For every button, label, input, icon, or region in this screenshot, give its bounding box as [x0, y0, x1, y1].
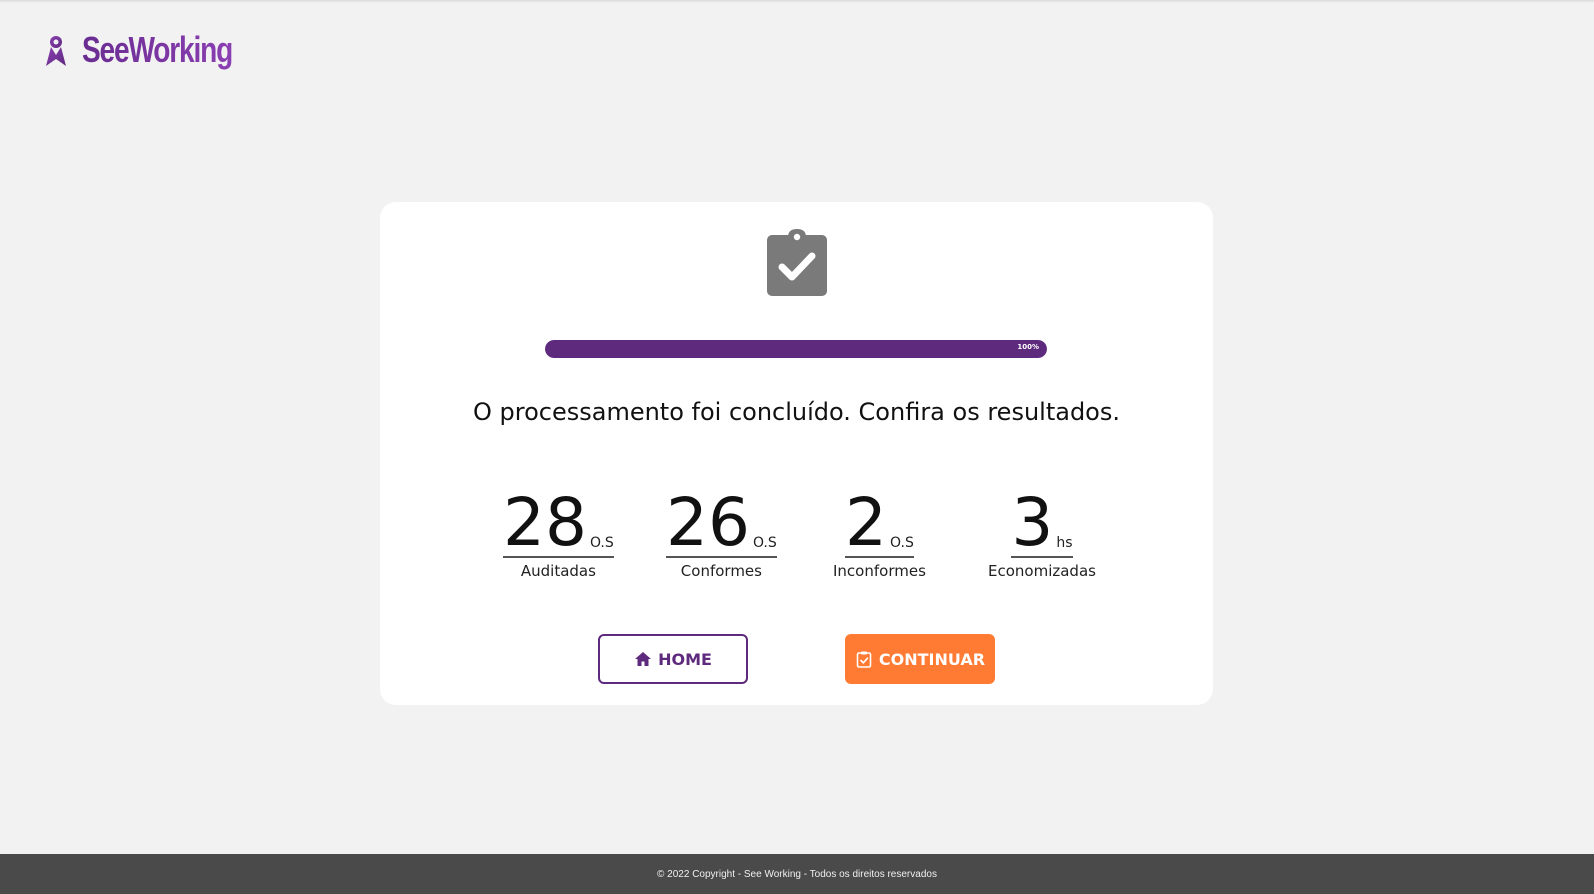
home-button-label: HOME — [658, 649, 712, 669]
completion-message: O processamento foi concluído. Confira o… — [473, 398, 1120, 426]
progress-bar: 100% — [545, 340, 1047, 358]
stat-economizadas: 3 hs Economizadas — [988, 484, 1096, 581]
progress-label: 100% — [1017, 343, 1039, 351]
header: SeeWorking — [42, 28, 274, 72]
clipboard-check-icon — [767, 229, 827, 296]
copyright-text: © 2022 Copyright - See Working - Todos o… — [657, 868, 937, 880]
stat-value: 28 — [503, 484, 587, 561]
stat-unit: hs — [1056, 535, 1073, 551]
stat-label: Conformes — [680, 562, 762, 580]
result-card: 100% O processamento foi concluído. Conf… — [380, 202, 1213, 705]
home-button[interactable]: HOME — [598, 634, 748, 684]
footer: © 2022 Copyright - See Working - Todos o… — [0, 854, 1594, 894]
stat-label: Economizadas — [988, 562, 1096, 580]
stat-auditadas: 28 O.S Auditadas — [503, 484, 614, 580]
stat-label: Inconformes — [833, 562, 926, 580]
stat-inconformes: 2 O.S Inconformes — [833, 484, 926, 581]
clipboard-check-icon — [856, 651, 872, 668]
stat-value: 3 — [1011, 484, 1054, 561]
stat-unit: O.S — [752, 535, 777, 551]
continue-button-label: CONTINUAR — [878, 649, 986, 669]
top-shadow — [0, 0, 1594, 3]
continue-button[interactable]: CONTINUAR — [845, 634, 995, 684]
logo-icon — [46, 36, 66, 66]
stat-label: Auditadas — [520, 562, 596, 580]
stat-unit: O.S — [589, 535, 614, 551]
stat-unit: O.S — [890, 535, 914, 551]
home-icon — [635, 652, 652, 666]
stat-figure: 26 O.S — [666, 484, 777, 561]
progress-fill: 100% — [545, 340, 1047, 358]
stat-value: 26 — [666, 484, 750, 561]
stat-conformes: 26 O.S Conformes — [666, 484, 777, 580]
logo-text: SeeWorking — [82, 29, 233, 70]
stat-value: 2 — [845, 484, 888, 561]
stat-figure: 28 O.S — [503, 484, 614, 561]
stat-figure: 2 O.S — [845, 484, 914, 561]
stat-figure: 3 hs — [1011, 484, 1073, 561]
